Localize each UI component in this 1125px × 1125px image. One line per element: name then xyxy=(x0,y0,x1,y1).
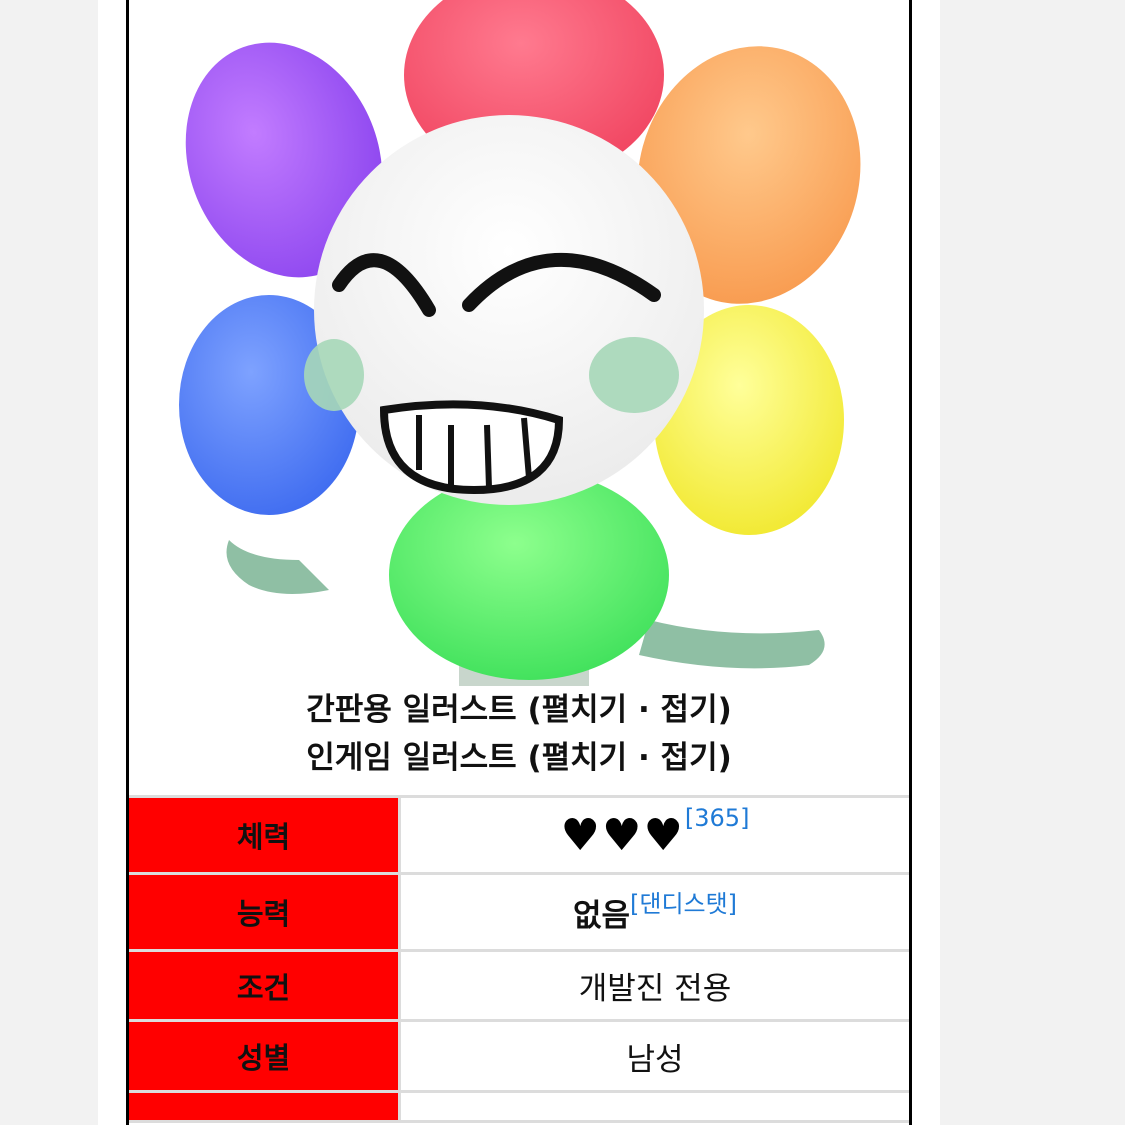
table-row-gender: 성별 남성 xyxy=(129,1020,909,1092)
illustration-caption: 간판용 일러스트 (펼치기 · 접기) 인게임 일러스트 (펼치기 · 접기) xyxy=(129,686,909,782)
footnote-link-365[interactable]: [365] xyxy=(685,804,750,832)
character-illustration xyxy=(129,0,909,686)
flower-character-icon xyxy=(179,0,861,686)
caption-signboard-illustration[interactable]: 간판용 일러스트 (펼치기 · 접기) xyxy=(129,686,909,734)
ability-value-cell: 없음[댄디스탯] xyxy=(399,873,909,951)
partial-row-label xyxy=(129,1091,401,1122)
ability-label: 능력 xyxy=(129,873,401,951)
gender-label: 성별 xyxy=(129,1020,401,1092)
table-row-ability: 능력 없음[댄디스탯] xyxy=(129,873,909,951)
table-row-partial xyxy=(129,1091,909,1122)
heart-icons: ♥♥♥ xyxy=(560,809,685,861)
ability-value: 없음 xyxy=(572,897,630,934)
condition-value: 개발진 전용 xyxy=(399,950,909,1021)
infobox: 간판용 일러스트 (펼치기 · 접기) 인게임 일러스트 (펼치기 · 접기) … xyxy=(126,0,912,1125)
gender-value: 남성 xyxy=(399,1020,909,1092)
condition-label: 조건 xyxy=(129,950,401,1021)
hp-value: ♥♥♥[365] xyxy=(399,796,909,874)
footnote-link-dandy-stat[interactable]: [댄디스탯] xyxy=(630,890,737,918)
partial-row-value xyxy=(399,1091,909,1122)
caption-ingame-illustration[interactable]: 인게임 일러스트 (펼치기 · 접기) xyxy=(129,734,909,782)
table-row-condition: 조건 개발진 전용 xyxy=(129,950,909,1021)
character-info-table: 체력 ♥♥♥[365] 능력 없음[댄디스탯] 조건 개발진 전용 성별 남성 xyxy=(129,795,909,1123)
hp-label: 체력 xyxy=(129,796,401,874)
table-row-hp: 체력 ♥♥♥[365] xyxy=(129,796,909,874)
